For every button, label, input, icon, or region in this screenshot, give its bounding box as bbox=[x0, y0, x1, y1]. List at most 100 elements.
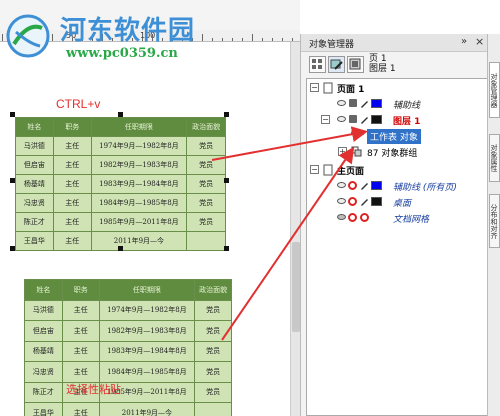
selection-handle[interactable] bbox=[10, 246, 15, 251]
table-cell: 党员 bbox=[194, 340, 232, 362]
column-header: 职务 bbox=[61, 279, 100, 301]
tree-node-master-guides[interactable]: 辅助线 (所有页) bbox=[307, 179, 487, 193]
tree-node-label: 主页面 bbox=[337, 167, 365, 177]
eye-icon[interactable] bbox=[337, 182, 346, 188]
table-header-row: 姓名 职务 任职期限 政治面貌 bbox=[15, 117, 226, 137]
pencil-icon[interactable] bbox=[360, 115, 369, 124]
table-cell: 1984年9月—1985年8月 bbox=[90, 193, 188, 213]
layer-color-swatch[interactable] bbox=[371, 99, 382, 108]
table-cell bbox=[194, 402, 232, 416]
eye-icon[interactable] bbox=[337, 100, 346, 106]
scrollbar-thumb[interactable] bbox=[292, 242, 300, 332]
table-cell: 党员 bbox=[194, 299, 232, 321]
table-cell: 主任 bbox=[52, 155, 92, 175]
table-cell: 主任 bbox=[52, 136, 92, 156]
no-print-icon[interactable] bbox=[348, 213, 357, 222]
watermark: 河东软件园 www.pc0359.cn bbox=[4, 8, 244, 68]
selection-handle[interactable] bbox=[10, 112, 15, 117]
table-row: 马洪德 主任 1974年9月—1982年8月 党员 bbox=[15, 136, 226, 156]
tree-node-group[interactable]: + 87 对象群组 bbox=[307, 145, 487, 159]
paste-special-annotation: 选择性粘贴 bbox=[66, 384, 121, 396]
eye-hidden-icon[interactable] bbox=[337, 214, 346, 220]
layers-edit-icon bbox=[330, 59, 343, 70]
tree-node-label: 工作表 对象 bbox=[367, 129, 421, 144]
tree-node-desktop[interactable]: 桌面 bbox=[307, 195, 487, 209]
pencil-icon[interactable] bbox=[360, 99, 369, 108]
eye-icon[interactable] bbox=[337, 198, 346, 204]
tree-node-master-page[interactable]: − 主页面 bbox=[307, 163, 487, 177]
table-row: 杨基靖 主任 1983年9月—1984年8月 党员 bbox=[15, 174, 226, 194]
locked-icon[interactable] bbox=[360, 213, 369, 222]
tree-node-doc-grid[interactable]: 文档网格 bbox=[307, 211, 487, 225]
table-cell: 但启宙 bbox=[24, 320, 63, 342]
column-header: 政治面貌 bbox=[194, 279, 232, 301]
table-cell: 但启宙 bbox=[15, 155, 54, 175]
selection-handle[interactable] bbox=[10, 178, 15, 183]
table-row: 但启宙 主任 1982年9月—1983年8月 党员 bbox=[15, 155, 226, 175]
column-header: 姓名 bbox=[24, 279, 63, 301]
drawing-canvas[interactable]: 0 50 100 河东软件园 www.pc0359.cn CTRL+v 姓名 职… bbox=[0, 0, 300, 416]
column-header: 姓名 bbox=[15, 117, 54, 137]
table-cell: 主任 bbox=[52, 193, 92, 213]
grid-icon bbox=[312, 59, 322, 69]
tree-node-label: 辅助线 (所有页) bbox=[393, 183, 457, 193]
tree-node-page1[interactable]: − 页面 1 bbox=[307, 81, 487, 95]
layer-manager-view-button[interactable] bbox=[347, 56, 364, 73]
table-cell: 1985年9月—2011年8月 bbox=[90, 212, 188, 232]
table-cell: 主任 bbox=[61, 320, 100, 342]
edit-across-layers-button[interactable] bbox=[328, 56, 345, 73]
paste-special-table[interactable]: 姓名 职务 任职期限 政治面貌 马洪德 主任 1974年9月—1982年8月 党员 但… bbox=[24, 279, 232, 416]
tree-node-label: 87 对象群组 bbox=[367, 149, 418, 159]
selection-handle[interactable] bbox=[224, 246, 229, 251]
collapse-toggle[interactable]: − bbox=[310, 83, 319, 92]
pasted-worksheet-object[interactable]: 姓名 职务 任职期限 政治面貌 马洪德 主任 1974年9月—1982年8月 党员 但… bbox=[15, 117, 226, 251]
selection-handle[interactable] bbox=[224, 178, 229, 183]
expand-toggle[interactable]: + bbox=[338, 147, 347, 156]
close-panel-button[interactable]: × bbox=[475, 35, 484, 48]
selection-handle[interactable] bbox=[118, 112, 123, 117]
tab-object-manager[interactable]: 对象管理器 bbox=[489, 62, 500, 118]
ruler-tick bbox=[252, 34, 253, 41]
pencil-icon[interactable] bbox=[360, 181, 369, 190]
table-row: 冯忠贤 主任 1984年9月—1985年8月 党员 bbox=[24, 361, 232, 383]
layer-color-swatch[interactable] bbox=[371, 115, 382, 124]
pencil-icon[interactable] bbox=[360, 197, 369, 206]
table-row: 王昌华 主任 2011年9月—今 bbox=[24, 402, 232, 416]
tab-align-distribute[interactable]: 分布和对齐 bbox=[489, 194, 500, 248]
collapse-toggle[interactable]: − bbox=[310, 165, 319, 174]
table-cell: 1984年9月—1985年8月 bbox=[98, 361, 196, 383]
layer-color-swatch[interactable] bbox=[371, 181, 382, 190]
tree-node-label: 文档网格 bbox=[393, 215, 430, 225]
no-print-icon[interactable] bbox=[348, 197, 357, 206]
eye-icon[interactable] bbox=[337, 116, 346, 122]
watermark-url: www.pc0359.cn bbox=[66, 46, 178, 61]
watermark-title: 河东软件园 bbox=[60, 16, 196, 46]
tree-node-guides[interactable]: 辅助线 bbox=[307, 97, 487, 111]
printer-icon[interactable] bbox=[349, 115, 357, 123]
table-row: 陈正才 主任 1985年9月—2011年8月 党员 bbox=[15, 212, 226, 232]
table-cell: 冯忠贤 bbox=[24, 361, 63, 383]
object-tree[interactable]: − 页面 1 辅助线 − 图层 1 OLE 工作表 对象 + 87 对象群组 −… bbox=[306, 78, 488, 416]
collapse-toggle[interactable]: − bbox=[321, 115, 330, 124]
table-cell: 党员 bbox=[186, 155, 226, 175]
column-header: 职务 bbox=[52, 117, 92, 137]
tab-object-properties[interactable]: 对象属性 bbox=[489, 134, 500, 182]
selection-handle[interactable] bbox=[224, 112, 229, 117]
table-cell: 党员 bbox=[186, 212, 226, 232]
table-cell bbox=[186, 231, 226, 251]
show-properties-button[interactable] bbox=[309, 56, 326, 73]
tree-node-worksheet-object[interactable]: OLE 工作表 对象 bbox=[307, 129, 487, 144]
table-cell: 党员 bbox=[194, 381, 232, 403]
ruler-tick bbox=[272, 38, 273, 41]
layer-color-swatch[interactable] bbox=[371, 197, 382, 206]
printer-icon[interactable] bbox=[349, 99, 357, 107]
no-print-icon[interactable] bbox=[348, 181, 357, 190]
selection-handle[interactable] bbox=[118, 246, 123, 251]
ruler-tick bbox=[282, 38, 283, 41]
tree-node-layer1[interactable]: − 图层 1 bbox=[307, 113, 487, 127]
table-cell: 杨基靖 bbox=[15, 174, 54, 194]
vertical-scrollbar[interactable] bbox=[290, 42, 300, 416]
table-cell: 主任 bbox=[61, 402, 100, 416]
collapse-panel-button[interactable]: » bbox=[461, 36, 467, 47]
table-cell: 王昌华 bbox=[15, 231, 54, 251]
